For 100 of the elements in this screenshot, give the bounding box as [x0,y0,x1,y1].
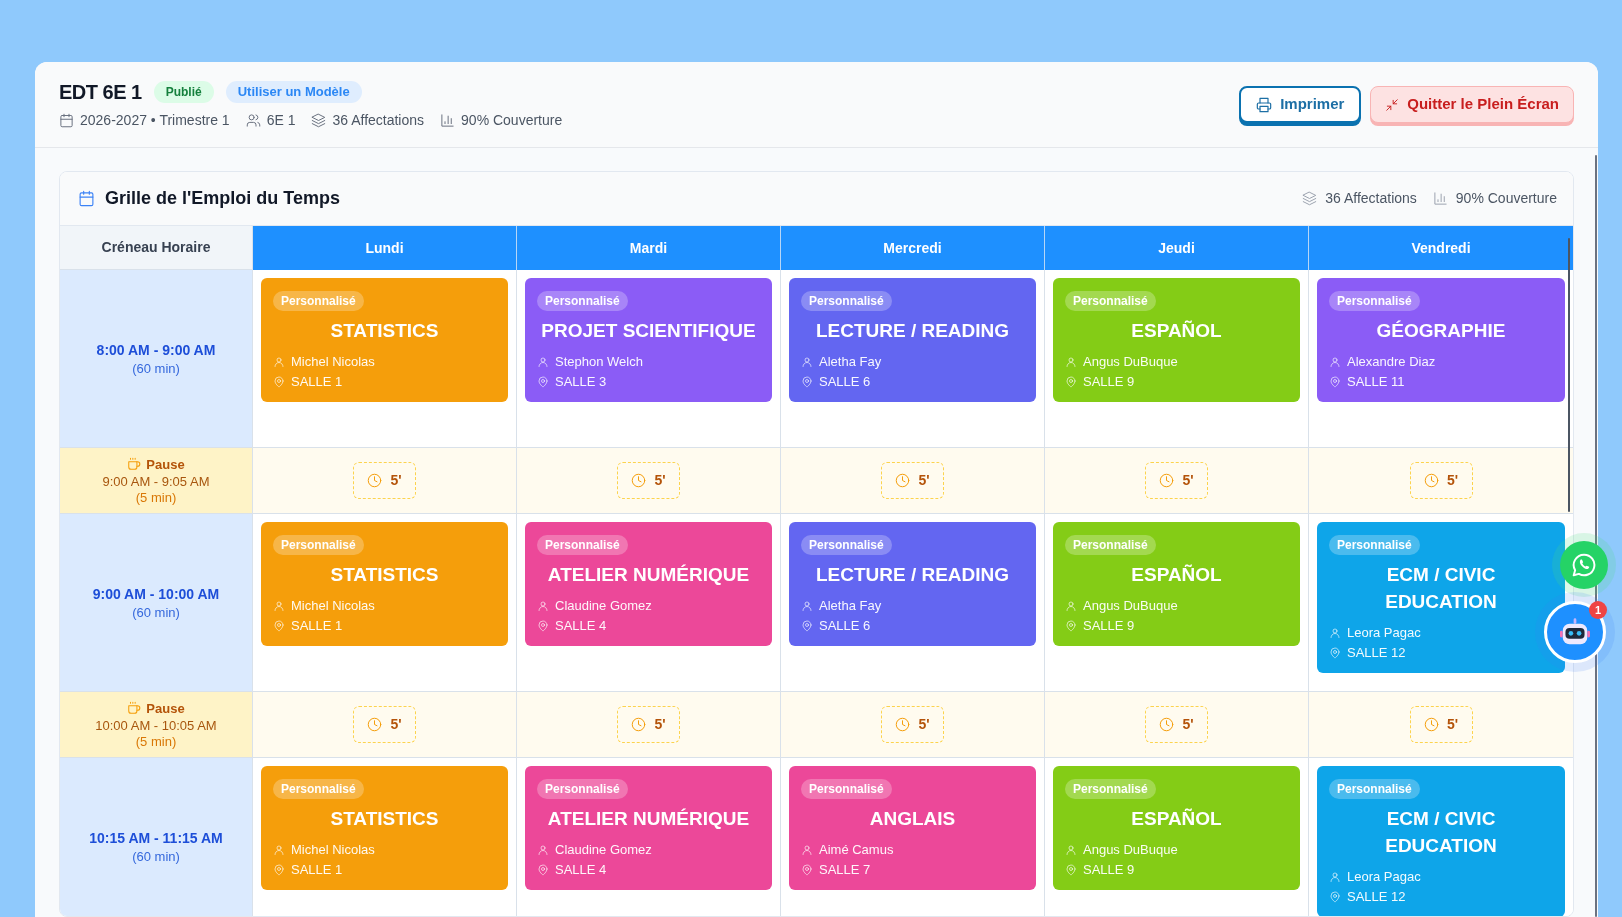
room-name: SALLE 9 [1083,373,1135,392]
coffee-cup-icon [127,701,142,715]
course-card[interactable]: Personnalisé STATISTICS Michel Nicolas SALLE 1 [261,522,508,646]
teacher-name: Aletha Fay [819,353,882,372]
layers-icon [311,112,327,128]
custom-badge: Personnalisé [537,535,628,555]
print-button[interactable]: Imprimer [1239,86,1362,123]
break-duration: 5' [654,471,666,490]
meta-text: 6E 1 [266,111,296,130]
user-icon [1329,871,1341,883]
room-name: SALLE 11 [1347,373,1405,392]
course-subject: ATELIER NUMÉRIQUE [546,807,751,831]
exit-fullscreen-button[interactable]: Quitter le Plein Écran [1370,86,1574,123]
room-name: SALLE 9 [1083,861,1135,880]
clock-icon [895,473,911,488]
clock-icon [1423,717,1439,732]
course-card[interactable]: Personnalisé STATISTICS Michel Nicolas SALLE 1 [261,278,508,402]
course-card[interactable]: Personnalisé ECM / CIVIC EDUCATION Leora Pagac SALLE 12 [1317,766,1565,916]
users-icon [245,112,261,128]
teacher-name: Aletha Fay [819,597,882,616]
break-duration: 5' [918,471,930,490]
course-subject: STATISTICS [329,563,440,587]
course-card[interactable]: Personnalisé LECTURE / READING Aletha Fay SALLE 6 [789,278,1036,402]
room-name: SALLE 3 [555,373,607,392]
user-icon [801,356,813,368]
map-pin-icon [537,376,549,388]
course-card[interactable]: Personnalisé GÉOGRAPHIE Alexandre Diaz SALLE 11 [1317,278,1565,402]
break-duration: 5' [1182,471,1194,490]
room-name: SALLE 6 [819,617,871,636]
column-header: Créneau Horaire [60,226,253,270]
map-pin-icon [537,864,549,876]
time-range: 8:00 AM - 9:00 AM [96,340,216,360]
teacher-name: Claudine Gomez [555,597,652,616]
break-duration: 5' [654,715,666,734]
course-subject: GÉOGRAPHIE [1375,319,1507,343]
course-card[interactable]: Personnalisé ECM / CIVIC EDUCATION Leora Pagac SALLE 12 [1317,522,1565,673]
calendar-icon [78,190,95,207]
coffee-cup-icon [127,457,142,471]
column-header: Vendredi [1309,226,1573,270]
collapse-arrows-icon [1385,97,1400,112]
course-subject: ESPAÑOL [1130,807,1223,831]
break-duration: 5' [1182,715,1194,734]
meta-text: 2026-2027 • Trimestre 1 [80,111,230,130]
course-card[interactable]: Personnalisé LECTURE / READING Aletha Fay SALLE 6 [789,522,1036,646]
duration-text: (60 min) [132,359,180,378]
room-name: SALLE 4 [555,617,607,636]
user-icon [1329,627,1341,639]
custom-badge: Personnalisé [1065,779,1156,799]
course-card[interactable]: Personnalisé ESPAÑOL Angus DuBuque SALLE 9 [1053,766,1300,890]
map-pin-icon [1065,376,1077,388]
course-subject: STATISTICS [329,807,440,831]
duration-text: (5 min) [135,733,177,750]
course-subject: LECTURE / READING [814,319,1011,343]
notification-badge: 1 [1589,601,1607,619]
column-header: Jeudi [1045,226,1309,270]
course-card[interactable]: Personnalisé ATELIER NUMÉRIQUE Claudine Gomez SALLE 4 [525,766,772,890]
teacher-name: Alexandre Diaz [1347,353,1436,372]
course-card[interactable]: Personnalisé ESPAÑOL Angus DuBuque SALLE 9 [1053,522,1300,646]
custom-badge: Personnalisé [1065,535,1156,555]
course-card[interactable]: Personnalisé PROJET SCIENTIFIQUE Stephon Welch SALLE 3 [525,278,772,402]
user-icon [537,356,549,368]
course-subject: STATISTICS [329,319,440,343]
meta-text: 36 Affectations [332,111,425,130]
grid-title: Grille de l'Emploi du Temps [105,187,340,210]
teacher-name: Stephon Welch [555,353,643,372]
custom-badge: Personnalisé [1329,535,1420,555]
clock-icon [631,473,647,488]
user-icon [1065,356,1077,368]
clock-icon [895,717,911,732]
user-icon [1329,356,1341,368]
course-card[interactable]: Personnalisé ATELIER NUMÉRIQUE Claudine Gomez SALLE 4 [525,522,772,646]
scrollbar-thumb[interactable] [1568,238,1570,512]
use-template-button[interactable]: Utiliser un Modèle [225,81,362,103]
map-pin-icon [801,864,813,876]
room-name: SALLE 7 [819,861,871,880]
stat-text: 90% Couverture [1455,189,1557,208]
map-pin-icon [1065,620,1077,632]
clock-icon [1423,473,1439,488]
column-header: Mercredi [781,226,1045,270]
custom-badge: Personnalisé [273,535,364,555]
teacher-name: Angus DuBuque [1083,597,1178,616]
break-label: Pause [146,455,185,473]
phone-chat-icon [1571,552,1597,578]
course-card[interactable]: Personnalisé ANGLAIS Aimé Camus SALLE 7 [789,766,1036,890]
room-name: SALLE 1 [291,373,343,392]
teacher-name: Michel Nicolas [291,841,375,860]
custom-badge: Personnalisé [1329,779,1420,799]
course-card[interactable]: Personnalisé STATISTICS Michel Nicolas SALLE 1 [261,766,508,890]
layers-icon [1302,191,1318,206]
user-icon [537,600,549,612]
course-subject: LECTURE / READING [814,563,1011,587]
time-range: 10:15 AM - 11:15 AM [89,828,223,848]
teacher-name: Michel Nicolas [291,353,375,372]
course-subject: ESPAÑOL [1130,319,1223,343]
room-name: SALLE 4 [555,861,607,880]
course-card[interactable]: Personnalisé ESPAÑOL Angus DuBuque SALLE 9 [1053,278,1300,402]
bar-chart-icon [440,112,456,128]
room-name: SALLE 1 [291,861,343,880]
teacher-name: Leora Pagac [1347,624,1421,643]
clock-icon [367,717,383,732]
